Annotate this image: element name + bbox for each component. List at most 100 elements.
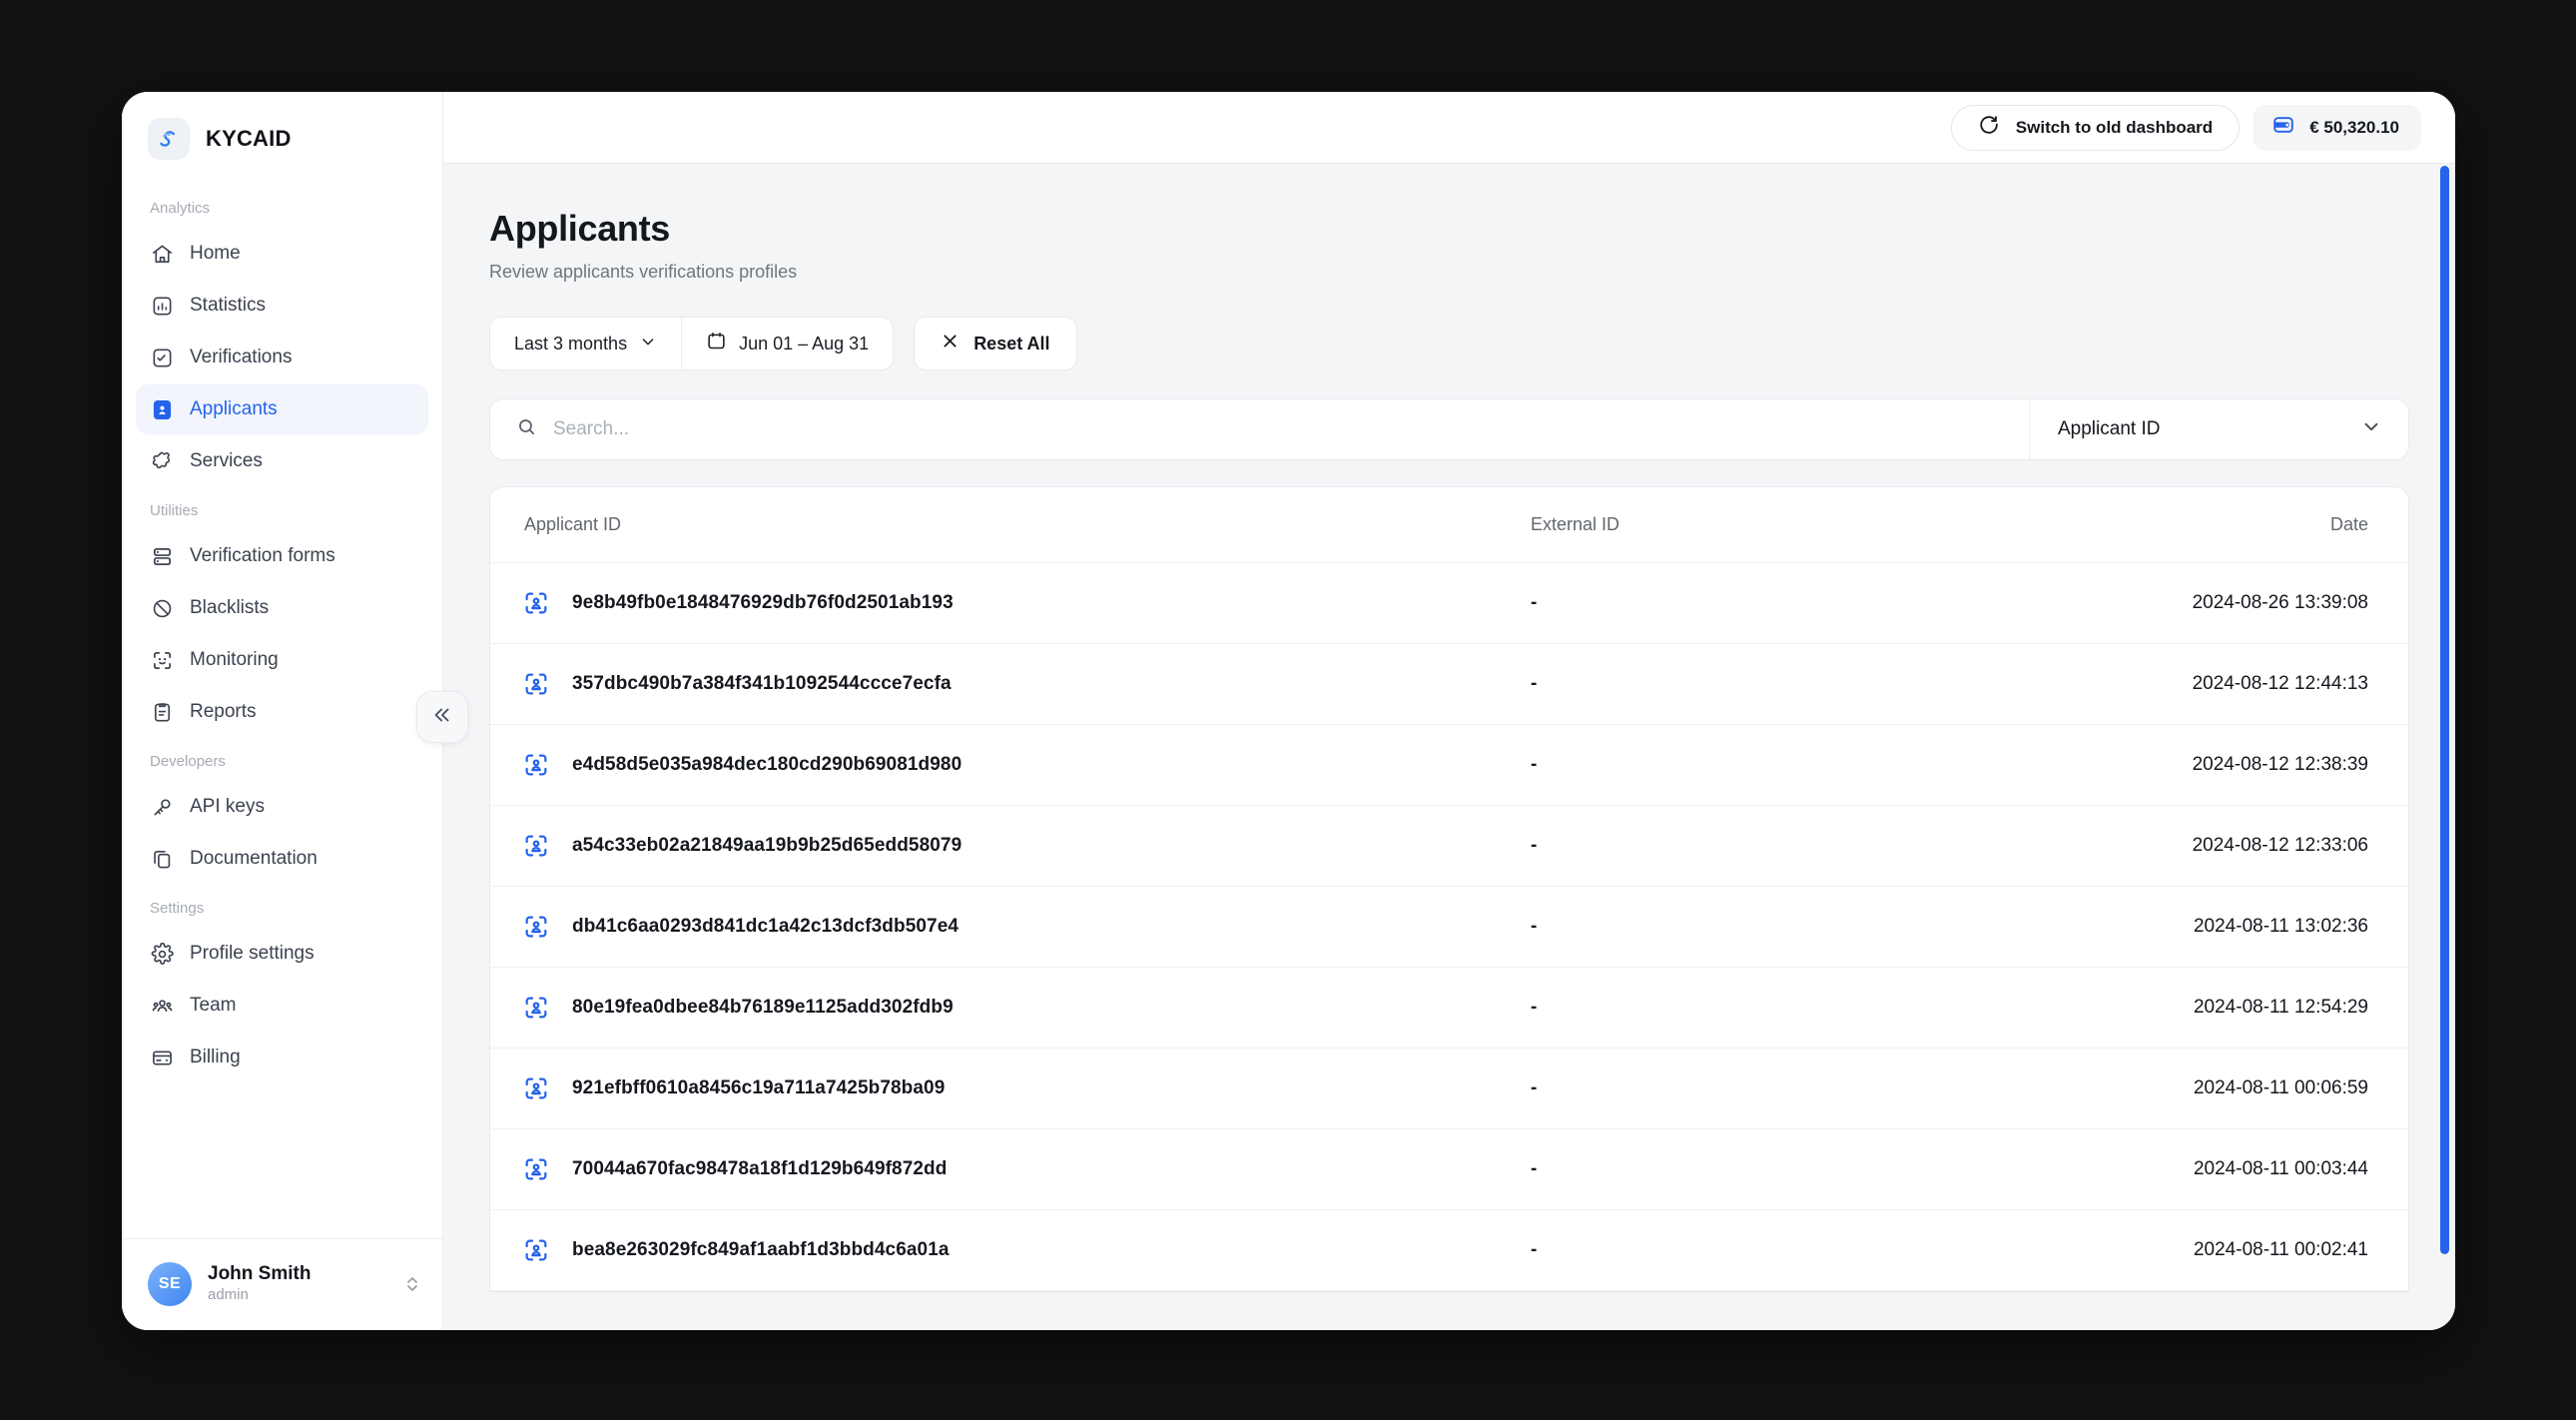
sidebar-item-label: Applicants	[190, 398, 278, 420]
sidebar-item-label: Verification forms	[190, 545, 335, 567]
period-label: Last 3 months	[514, 334, 627, 355]
cell-date: 2024-08-11 12:54:29	[2120, 997, 2378, 1019]
key-icon	[150, 795, 174, 819]
sidebar-item-label: Verifications	[190, 347, 292, 368]
search-field-select[interactable]: Applicant ID	[2029, 399, 2408, 459]
cell-applicant-id: 70044a670fac98478a18f1d129b649f872dd	[572, 1158, 947, 1180]
wallet-icon	[2271, 113, 2295, 142]
verifications-icon	[150, 346, 174, 369]
page-content: Applicants Review applicants verificatio…	[443, 164, 2455, 1330]
table-row[interactable]: 921efbff0610a8456c19a711a7425b78ba09 -202…	[490, 1049, 2408, 1129]
cell-external-id: -	[1531, 592, 2120, 614]
sidebar-item-monitoring[interactable]: Monitoring	[136, 635, 428, 685]
switch-to-old-dashboard-button[interactable]: Switch to old dashboard	[1951, 105, 2240, 151]
close-icon	[941, 332, 960, 355]
search-icon	[516, 416, 537, 442]
applicant-scan-icon	[522, 1155, 550, 1183]
home-icon	[150, 242, 174, 266]
sidebar-item-team[interactable]: Team	[136, 981, 428, 1031]
calendar-icon	[706, 331, 727, 356]
applicants-table: Applicant ID External ID Date 9e8b49fb0e…	[489, 486, 2409, 1292]
date-range-picker[interactable]: Jun 01 – Aug 31	[681, 318, 893, 369]
team-icon	[150, 994, 174, 1018]
applicant-scan-icon	[522, 832, 550, 860]
column-header-external-id[interactable]: External ID	[1531, 514, 2120, 535]
sidebar-item-label: Home	[190, 243, 241, 265]
user-card[interactable]: SE John Smith admin	[122, 1238, 442, 1330]
cell-applicant-id: bea8e263029fc849af1aabf1d3bbd4c6a01a	[572, 1239, 950, 1261]
column-header-date[interactable]: Date	[2120, 514, 2378, 535]
brand[interactable]: KYCAID	[122, 92, 442, 178]
cell-applicant-id: 9e8b49fb0e1848476929db76f0d2501ab193	[572, 592, 954, 614]
column-header-applicant-id[interactable]: Applicant ID	[522, 514, 1531, 535]
cell-external-id: -	[1531, 1158, 2120, 1180]
sidebar-item-blacklists[interactable]: Blacklists	[136, 583, 428, 633]
user-name: John Smith	[208, 1262, 386, 1286]
sidebar-item-applicants[interactable]: Applicants	[136, 384, 428, 434]
sidebar-item-billing[interactable]: Billing	[136, 1033, 428, 1082]
applicant-scan-icon	[522, 1074, 550, 1102]
nav-group-label-utilities: Utilities	[122, 488, 442, 529]
table-row[interactable]: bea8e263029fc849af1aabf1d3bbd4c6a01a-202…	[490, 1210, 2408, 1291]
sidebar-item-reports[interactable]: Reports	[136, 687, 428, 737]
sidebar-item-home[interactable]: Home	[136, 229, 428, 279]
reset-all-label: Reset All	[973, 334, 1049, 355]
period-select[interactable]: Last 3 months	[490, 318, 681, 369]
table-row[interactable]: 9e8b49fb0e1848476929db76f0d2501ab193 -202…	[490, 563, 2408, 644]
table-row[interactable]: a54c33eb02a21849aa19b9b25d65edd58079-202…	[490, 806, 2408, 887]
sidebar-item-label: Monitoring	[190, 649, 279, 671]
table-row[interactable]: db41c6aa0293d841dc1a42c13dcf3db507e4-202…	[490, 887, 2408, 968]
cell-external-id: -	[1531, 1077, 2120, 1099]
reset-all-button[interactable]: Reset All	[914, 317, 1076, 370]
sidebar-item-documentation[interactable]: Documentation	[136, 834, 428, 884]
switch-to-old-dashboard-label: Switch to old dashboard	[2016, 118, 2213, 138]
sidebar-item-profile-settings[interactable]: Profile settings	[136, 929, 428, 979]
search-input[interactable]	[553, 399, 2029, 459]
sidebar-item-label: Profile settings	[190, 943, 315, 965]
sidebar-item-statistics[interactable]: Statistics	[136, 281, 428, 331]
main-area: Switch to old dashboard € 50,320.10 Appl…	[443, 92, 2455, 1330]
sidebar-item-label: Statistics	[190, 295, 266, 317]
table-row[interactable]: 80e19fea0dbee84b76189e1125add302fdb9-202…	[490, 968, 2408, 1049]
brand-name: KYCAID	[206, 126, 292, 152]
chevron-up-down-icon[interactable]	[402, 1273, 422, 1295]
billing-card-icon	[150, 1046, 174, 1069]
desktop-background: KYCAID Analytics Home Statistics	[0, 0, 2576, 1420]
documentation-icon	[150, 847, 174, 871]
sidebar-collapse-button[interactable]	[416, 691, 468, 743]
table-row[interactable]: e4d58d5e035a984dec180cd290b69081d980-202…	[490, 725, 2408, 806]
app-window: KYCAID Analytics Home Statistics	[122, 92, 2455, 1330]
cell-external-id: -	[1531, 835, 2120, 857]
chevron-down-icon	[639, 333, 657, 355]
sidebar: KYCAID Analytics Home Statistics	[122, 92, 443, 1330]
date-range-label: Jun 01 – Aug 31	[739, 334, 869, 355]
cell-date: 2024-08-11 13:02:36	[2120, 916, 2378, 938]
forms-icon	[150, 544, 174, 568]
table-row[interactable]: 70044a670fac98478a18f1d129b649f872dd -202…	[490, 1129, 2408, 1210]
chevron-down-icon	[2360, 415, 2382, 443]
cell-date: 2024-08-11 00:06:59	[2120, 1077, 2378, 1099]
cell-applicant-id: 80e19fea0dbee84b76189e1125add302fdb9	[572, 997, 954, 1019]
sidebar-item-verifications[interactable]: Verifications	[136, 333, 428, 382]
cell-applicant-id: db41c6aa0293d841dc1a42c13dcf3db507e4	[572, 916, 959, 938]
nav-group-label-analytics: Analytics	[122, 186, 442, 227]
cell-date: 2024-08-11 00:03:44	[2120, 1158, 2378, 1180]
search-field-selected-value: Applicant ID	[2058, 418, 2160, 440]
cell-external-id: -	[1531, 754, 2120, 776]
table-row[interactable]: 357dbc490b7a384f341b1092544ccce7ecfa-202…	[490, 644, 2408, 725]
cell-date: 2024-08-26 13:39:08	[2120, 592, 2378, 614]
applicants-icon	[150, 397, 174, 421]
page-subtitle: Review applicants verifications profiles	[489, 262, 2409, 283]
nav-group-label-developers: Developers	[122, 739, 442, 780]
sidebar-item-api-keys[interactable]: API keys	[136, 782, 428, 832]
cell-date: 2024-08-11 00:02:41	[2120, 1239, 2378, 1261]
vertical-scrollbar[interactable]	[2440, 166, 2449, 1254]
balance-chip[interactable]: € 50,320.10	[2254, 105, 2421, 151]
blacklist-icon	[150, 596, 174, 620]
sidebar-item-label: Blacklists	[190, 597, 269, 619]
avatar: SE	[148, 1262, 192, 1306]
sidebar-item-verification-forms[interactable]: Verification forms	[136, 531, 428, 581]
sidebar-item-services[interactable]: Services	[136, 436, 428, 486]
chevrons-left-icon	[431, 704, 453, 731]
cell-applicant-id: 921efbff0610a8456c19a711a7425b78ba09	[572, 1077, 945, 1099]
